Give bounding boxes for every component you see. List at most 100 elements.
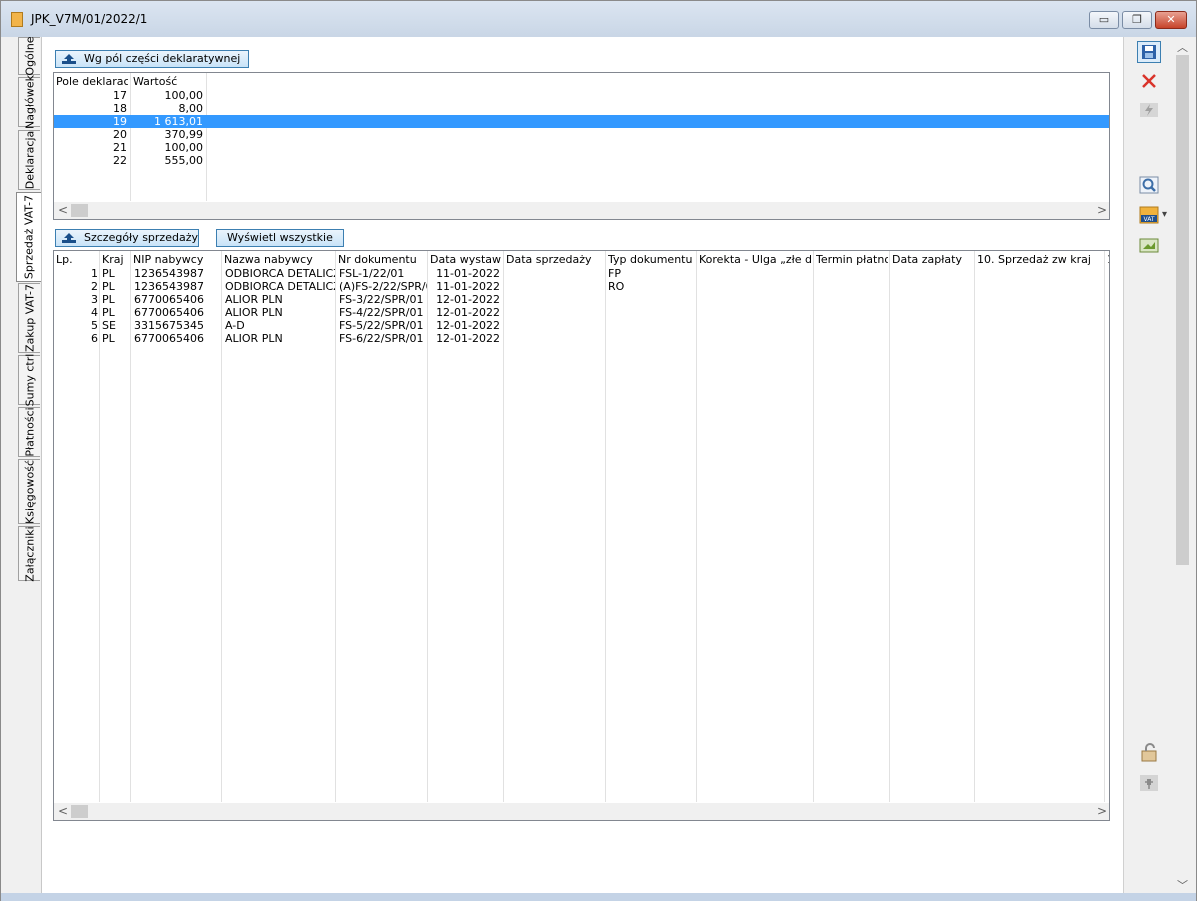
decl-value[interactable]: 1 613,01 bbox=[133, 115, 203, 128]
sales-lp[interactable]: 2 bbox=[56, 280, 98, 293]
column-header-termin[interactable]: Termin płatności bbox=[816, 253, 888, 266]
sales-nazwa[interactable]: ODBIORCA DETALICZNY bbox=[225, 280, 335, 293]
decl-value[interactable]: 555,00 bbox=[133, 154, 204, 167]
sales-nip[interactable]: 6770065406 bbox=[134, 293, 220, 306]
tab-sumy-ctrl[interactable]: Sumy ctrl bbox=[18, 354, 40, 406]
column-header-typ[interactable]: Typ dokumentu bbox=[608, 253, 695, 266]
sales-kraj[interactable]: PL bbox=[102, 267, 129, 280]
sales-kraj[interactable]: PL bbox=[102, 280, 129, 293]
scroll-right-arrow[interactable]: > bbox=[1097, 804, 1107, 818]
sales-nr[interactable]: FSL-1/22/01 bbox=[339, 267, 427, 280]
tab-zalaczniki[interactable]: Załączniki bbox=[18, 526, 40, 581]
decl-value[interactable]: 100,00 bbox=[133, 89, 204, 102]
sales-nr[interactable]: FS-5/22/SPR/01 bbox=[339, 319, 427, 332]
sales-kraj[interactable]: SE bbox=[102, 319, 129, 332]
decl-field[interactable]: 18 bbox=[56, 102, 127, 115]
decl-field[interactable]: 21 bbox=[56, 141, 127, 154]
sales-data[interactable]: 12-01-2022 bbox=[430, 332, 500, 345]
decl-field[interactable]: 17 bbox=[56, 89, 127, 102]
decl-field[interactable]: 22 bbox=[56, 154, 127, 167]
column-header-nazwa[interactable]: Nazwa nabywcy bbox=[224, 253, 334, 266]
sales-nip[interactable]: 3315675345 bbox=[134, 319, 220, 332]
scroll-up-arrow[interactable]: ︿ bbox=[1177, 39, 1188, 55]
decl-value[interactable]: 370,99 bbox=[133, 128, 204, 141]
sales-typ[interactable] bbox=[608, 319, 695, 332]
sales-horizontal-scrollbar[interactable]: < > bbox=[54, 803, 1109, 820]
scroll-thumb[interactable] bbox=[1176, 55, 1189, 565]
scroll-down-arrow[interactable]: ﹀ bbox=[1177, 877, 1188, 893]
sales-lp[interactable]: 5 bbox=[56, 319, 98, 332]
tab-deklaracja[interactable]: Deklaracja bbox=[18, 130, 40, 190]
scroll-left-arrow[interactable]: < bbox=[58, 804, 68, 818]
window-vertical-scrollbar[interactable]: ︿ ﹀ bbox=[1174, 37, 1191, 893]
save-button[interactable] bbox=[1137, 41, 1161, 63]
column-header-next[interactable]: 1 bbox=[1107, 253, 1109, 266]
decl-value[interactable]: 100,00 bbox=[133, 141, 204, 154]
sales-nip[interactable]: 6770065406 bbox=[134, 332, 220, 345]
sales-kraj[interactable]: PL bbox=[102, 306, 129, 319]
sales-nr[interactable]: FS-3/22/SPR/01 bbox=[339, 293, 427, 306]
sales-nazwa[interactable]: A-D bbox=[225, 319, 335, 332]
column-header-nr[interactable]: Nr dokumentu bbox=[338, 253, 426, 266]
column-header-data-sprzedazy[interactable]: Data sprzedaży bbox=[506, 253, 604, 266]
column-header-korekta[interactable]: Korekta - Ulga „złe długi” bbox=[699, 253, 812, 266]
column-header-data-zaplaty[interactable]: Data zapłaty bbox=[892, 253, 973, 266]
sales-nip[interactable]: 1236543987 bbox=[134, 267, 220, 280]
sales-typ[interactable] bbox=[608, 332, 695, 345]
vat-dropdown-arrow[interactable]: ▾ bbox=[1162, 209, 1167, 220]
tab-ksiegowosc[interactable]: Księgowość bbox=[18, 459, 40, 524]
sales-typ[interactable]: RO bbox=[608, 280, 695, 293]
column-header-lp[interactable]: Lp. bbox=[56, 253, 96, 266]
sales-nr[interactable]: FS-4/22/SPR/01 bbox=[339, 306, 427, 319]
scroll-thumb[interactable] bbox=[71, 805, 88, 818]
generate-button[interactable] bbox=[1137, 99, 1161, 121]
sales-nr[interactable]: (A)FS-2/22/SPR/01 bbox=[339, 280, 427, 293]
decl-horizontal-scrollbar[interactable]: < > bbox=[54, 202, 1109, 219]
sales-nip[interactable]: 1236543987 bbox=[134, 280, 220, 293]
sales-typ[interactable]: FP bbox=[608, 267, 695, 280]
sales-kraj[interactable]: PL bbox=[102, 293, 129, 306]
sales-nazwa[interactable]: ODBIORCA DETALICZNY bbox=[225, 267, 335, 280]
column-header-nip[interactable]: NIP nabywcy bbox=[133, 253, 220, 266]
sales-data[interactable]: 11-01-2022 bbox=[430, 267, 500, 280]
preview-button[interactable] bbox=[1137, 174, 1161, 196]
sales-details-button[interactable]: Szczegóły sprzedaży bbox=[55, 229, 199, 247]
sales-lp[interactable]: 3 bbox=[56, 293, 98, 306]
sales-typ[interactable] bbox=[608, 293, 695, 306]
tab-platnosci[interactable]: Płatności bbox=[18, 407, 40, 457]
export-button[interactable] bbox=[1137, 234, 1161, 256]
sales-typ[interactable] bbox=[608, 306, 695, 319]
decl-fields-button[interactable]: Wg pól części deklaratywnej bbox=[55, 50, 250, 68]
sales-lp[interactable]: 4 bbox=[56, 306, 98, 319]
vat-button[interactable]: VAT bbox=[1137, 204, 1161, 226]
close-button[interactable]: ✕ bbox=[1155, 11, 1187, 29]
tab-naglowek[interactable]: Nagłówek bbox=[18, 75, 40, 129]
sales-data[interactable]: 12-01-2022 bbox=[430, 306, 500, 319]
delete-button[interactable] bbox=[1137, 70, 1161, 92]
minimize-button[interactable]: ▭ bbox=[1089, 11, 1119, 29]
decl-field[interactable]: 19 bbox=[56, 115, 127, 128]
scroll-left-arrow[interactable]: < bbox=[58, 203, 68, 217]
sales-kraj[interactable]: PL bbox=[102, 332, 129, 345]
column-header-sprzedaz-zw-kraj[interactable]: 10. Sprzedaż zw kraj bbox=[977, 253, 1103, 266]
show-all-button[interactable]: Wyświetl wszystkie bbox=[216, 229, 344, 247]
sales-data[interactable]: 12-01-2022 bbox=[430, 293, 500, 306]
sales-data[interactable]: 12-01-2022 bbox=[430, 319, 500, 332]
pin-button[interactable] bbox=[1137, 772, 1161, 794]
column-header-value[interactable]: Wartość bbox=[133, 75, 203, 88]
column-header-field[interactable]: Pole deklaracji bbox=[56, 75, 128, 88]
column-header-data-wystawienia[interactable]: Data wystawienia bbox=[430, 253, 502, 266]
restore-button[interactable]: ❐ bbox=[1122, 11, 1152, 29]
sales-nip[interactable]: 6770065406 bbox=[134, 306, 220, 319]
sales-data[interactable]: 11-01-2022 bbox=[430, 280, 500, 293]
tab-zakup-vat7[interactable]: Zakup VAT-7 bbox=[18, 283, 40, 353]
sales-nr[interactable]: FS-6/22/SPR/01 bbox=[339, 332, 427, 345]
tab-ogolne[interactable]: Ogólne bbox=[18, 36, 40, 76]
sales-nazwa[interactable]: ALIOR PLN bbox=[225, 293, 335, 306]
decl-field[interactable]: 20 bbox=[56, 128, 127, 141]
unlock-button[interactable] bbox=[1137, 742, 1161, 764]
decl-value[interactable]: 8,00 bbox=[133, 102, 204, 115]
column-header-kraj[interactable]: Kraj bbox=[102, 253, 129, 266]
scroll-right-arrow[interactable]: > bbox=[1097, 203, 1107, 217]
sales-lp[interactable]: 6 bbox=[56, 332, 98, 345]
